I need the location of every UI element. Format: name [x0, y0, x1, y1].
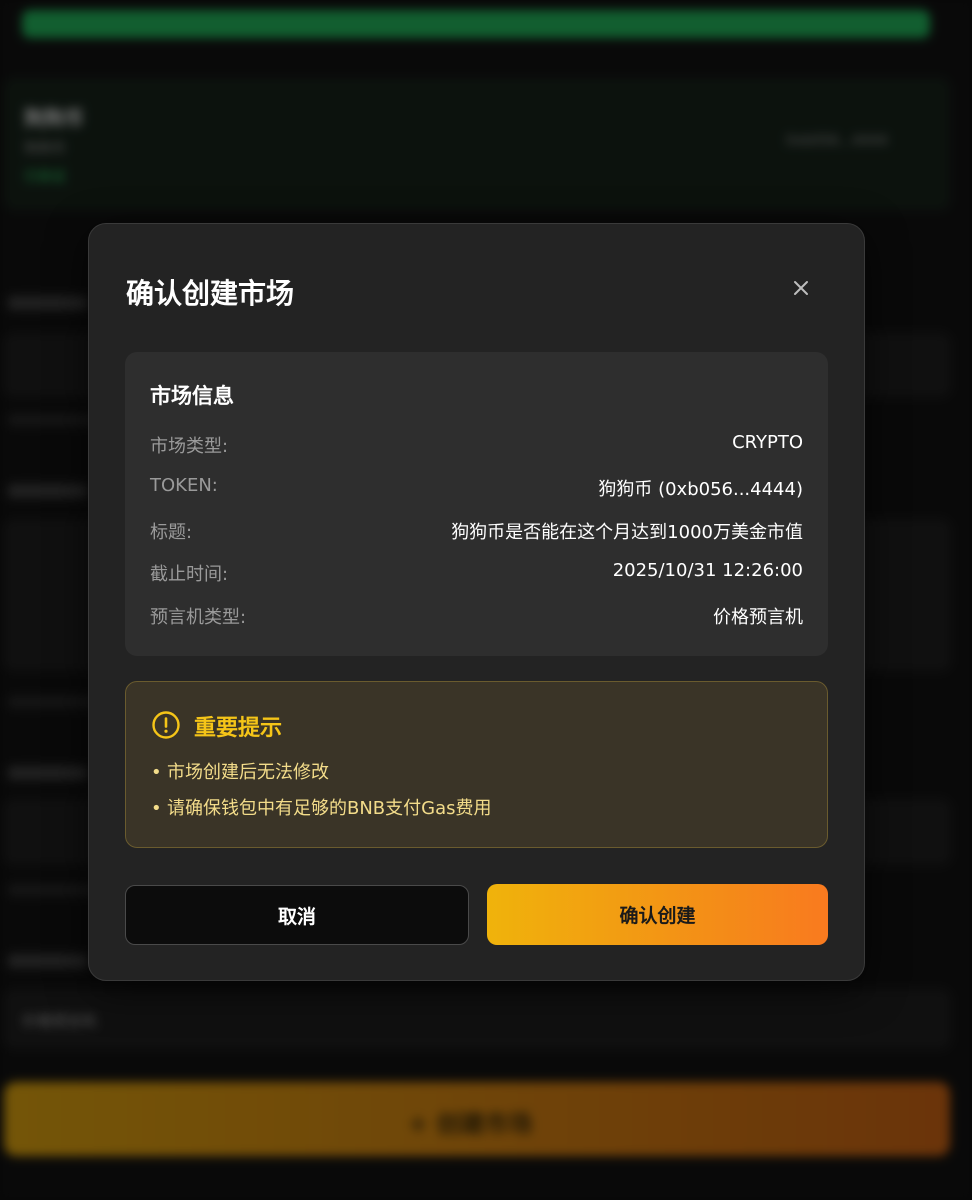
info-row-title: 标题: 狗狗币是否能在这个月达到1000万美金市值	[150, 518, 803, 548]
info-value: 狗狗币是否能在这个月达到1000万美金市值	[451, 522, 803, 543]
info-row-market-type: 市场类型: CRYPTO	[150, 432, 803, 462]
notice-title: 重要提示	[194, 716, 283, 741]
close-icon	[794, 281, 808, 295]
info-key: 市场类型:	[150, 436, 229, 457]
confirm-create-market-dialog: 确认创建市场 市场信息 市场类型: CRYPTO TOKEN: 狗狗币 (0xb…	[88, 223, 865, 981]
info-value: 2025/10/31 12:26:00	[612, 560, 803, 581]
info-key: 截止时间:	[150, 564, 229, 585]
important-notice-card: 重要提示 • 市场创建后无法修改 • 请确保钱包中有足够的BNB支付Gas费用	[125, 681, 828, 848]
notice-item: • 请确保钱包中有足够的BNB支付Gas费用	[151, 794, 492, 820]
notice-item-text: 请确保钱包中有足够的BNB支付Gas费用	[167, 798, 492, 819]
confirm-create-button[interactable]: 确认创建	[487, 884, 828, 945]
alert-circle-icon	[151, 710, 181, 740]
market-info-card: 市场信息 市场类型: CRYPTO TOKEN: 狗狗币 (0xb056...4…	[125, 352, 828, 656]
info-value: 价格预言机	[713, 607, 803, 628]
bullet: •	[151, 798, 162, 819]
notice-item: • 市场创建后无法修改	[151, 758, 329, 784]
cancel-button[interactable]: 取消	[125, 885, 469, 945]
info-key: TOKEN:	[150, 475, 218, 496]
notice-item-text: 市场创建后无法修改	[167, 762, 329, 783]
info-row-token: TOKEN: 狗狗币 (0xb056...4444)	[150, 475, 803, 505]
info-key: 预言机类型:	[150, 607, 247, 628]
dialog-title: 确认创建市场	[126, 277, 295, 310]
info-row-deadline: 截止时间: 2025/10/31 12:26:00	[150, 560, 803, 590]
market-info-heading: 市场信息	[150, 384, 234, 408]
info-value: CRYPTO	[732, 432, 803, 453]
bullet: •	[151, 762, 162, 783]
close-button[interactable]	[789, 276, 813, 300]
info-row-oracle-type: 预言机类型: 价格预言机	[150, 603, 803, 633]
info-key: 标题:	[150, 522, 193, 543]
info-value: 狗狗币 (0xb056...4444)	[598, 479, 803, 500]
